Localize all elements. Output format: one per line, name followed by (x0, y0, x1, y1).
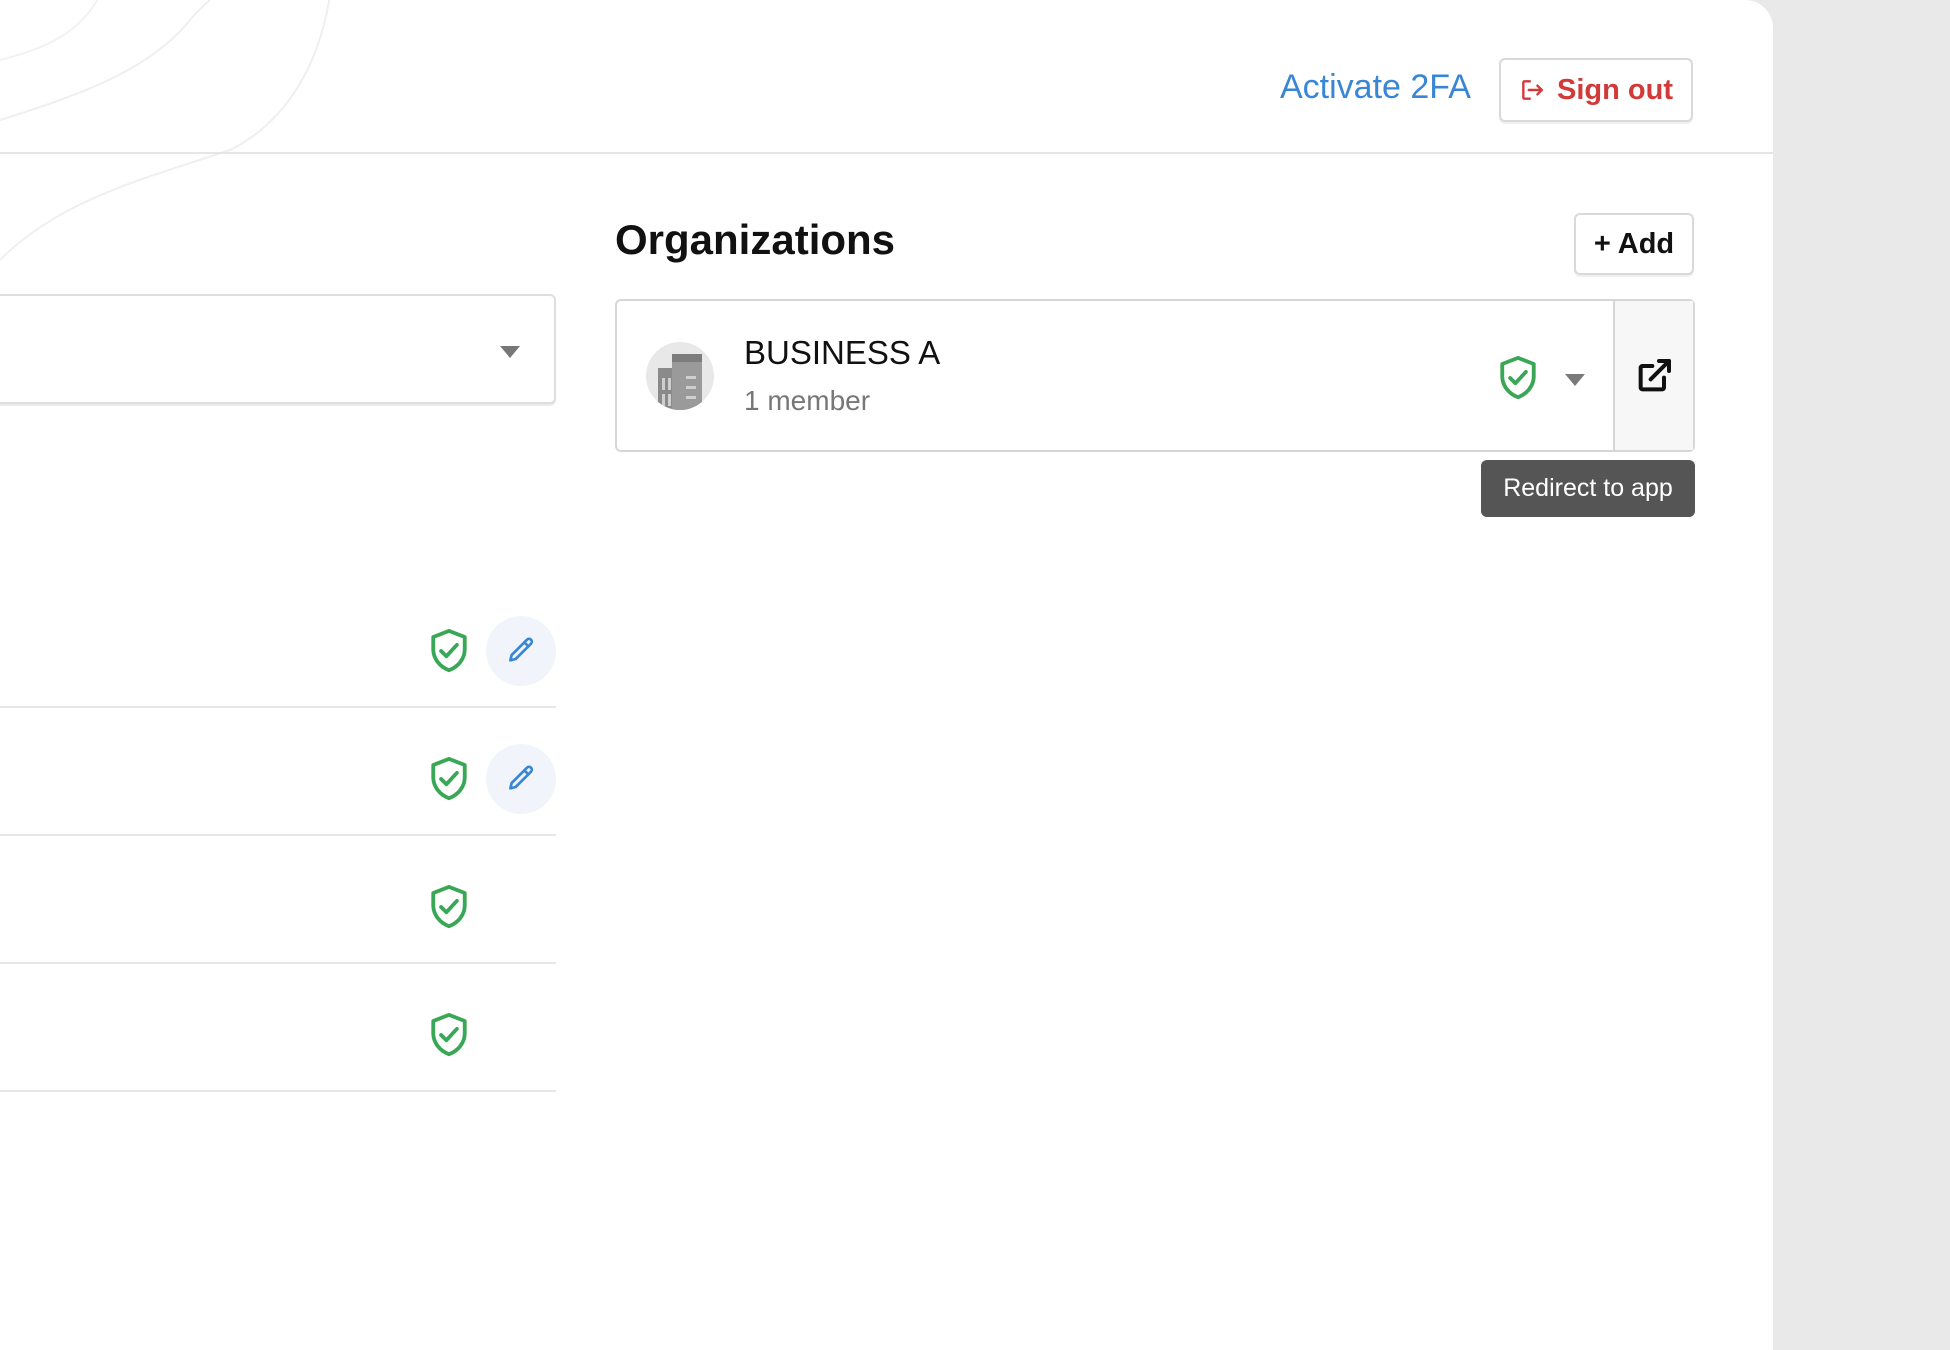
redirect-tooltip: Redirect to app (1481, 460, 1695, 517)
list-row (0, 708, 556, 836)
edit-button[interactable] (486, 744, 556, 814)
redirect-to-app-button[interactable] (1613, 301, 1693, 450)
organization-name: BUSINESS A (744, 334, 941, 371)
pencil-icon (509, 637, 534, 662)
activate-2fa-link[interactable]: Activate 2FA (1280, 68, 1471, 107)
selector-dropdown[interactable] (0, 294, 556, 404)
shield-check-icon (1500, 355, 1536, 400)
pencil-icon (509, 765, 534, 790)
list-row (0, 836, 556, 964)
shield-check-icon (431, 756, 467, 801)
sign-out-label: Sign out (1557, 73, 1673, 106)
shield-check-icon (431, 884, 467, 929)
list-row (0, 964, 556, 1092)
external-link-icon (1638, 358, 1671, 391)
caret-down-icon[interactable] (1565, 374, 1585, 386)
top-header: Activate 2FA Sign out (0, 0, 1773, 154)
main-panel: Activate 2FA Sign out Organizations + Ad… (0, 0, 1773, 1350)
shield-check-icon (431, 628, 467, 673)
list-row (0, 580, 556, 708)
sign-out-icon (1522, 80, 1543, 100)
shield-check-icon (431, 1012, 467, 1057)
organizations-title: Organizations (615, 216, 896, 263)
add-organization-button[interactable]: + Add (1574, 213, 1694, 275)
organization-member-count: 1 member (744, 385, 871, 416)
building-icon (646, 342, 714, 410)
organization-card[interactable]: BUSINESS A 1 member (615, 299, 1695, 452)
caret-down-icon (500, 346, 520, 358)
sign-out-button[interactable]: Sign out (1499, 58, 1693, 122)
edit-button[interactable] (486, 616, 556, 686)
